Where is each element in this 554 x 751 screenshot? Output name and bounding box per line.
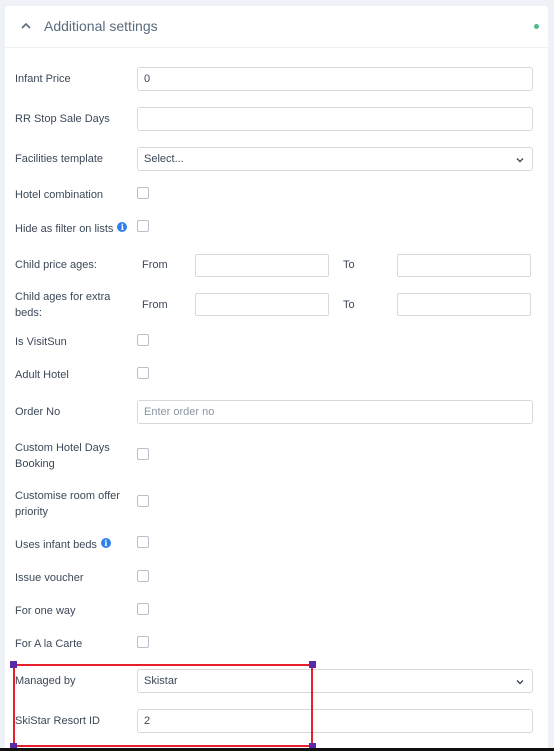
- chevron-down-icon: [516, 158, 524, 163]
- order-no-input[interactable]: Enter order no: [137, 400, 533, 424]
- status-dot: [534, 24, 539, 29]
- facilities-template-label: Facilities template: [15, 153, 104, 165]
- skistar-resort-id-label: SkiStar Resort ID: [15, 715, 100, 727]
- is-visitsun-label: Is VisitSun: [15, 336, 67, 348]
- hide-as-filter-checkbox[interactable]: [137, 220, 149, 232]
- managed-by-select[interactable]: Skistar: [137, 669, 533, 693]
- child-ages-extra-beds-from-label: From: [142, 299, 168, 311]
- adult-hotel-checkbox[interactable]: [137, 367, 149, 379]
- adult-hotel-label: Adult Hotel: [15, 369, 69, 381]
- hide-as-filter-label: Hide as filter on lists: [15, 223, 114, 235]
- skistar-resort-id-row: SkiStar Resort ID 2: [15, 709, 535, 733]
- info-icon[interactable]: i: [100, 538, 111, 548]
- managed-by-label: Managed by: [15, 675, 76, 687]
- for-a-la-carte-label: For A la Carte: [15, 638, 83, 650]
- facilities-template-row: Facilities template Select...: [15, 147, 535, 171]
- rr-stop-sale-days-row: RR Stop Sale Days: [15, 107, 535, 131]
- infant-price-row: Infant Price 0: [15, 67, 535, 91]
- custom-hotel-days-row: Custom Hotel Days Booking: [15, 440, 535, 472]
- resize-handle-top-left[interactable]: [10, 661, 17, 668]
- child-price-ages-to-input[interactable]: [397, 254, 531, 277]
- uses-infant-beds-checkbox[interactable]: [137, 536, 149, 548]
- child-ages-extra-beds-from-input[interactable]: [195, 293, 329, 316]
- is-visitsun-row: Is VisitSun: [15, 334, 535, 350]
- custom-hotel-days-label-line2: Booking: [15, 458, 55, 470]
- customise-room-offer-checkbox[interactable]: [137, 495, 149, 507]
- facilities-template-select[interactable]: Select...: [137, 147, 533, 171]
- child-price-ages-from-label: From: [142, 259, 168, 271]
- uses-infant-beds-label-wrap: Uses infant beds i: [15, 537, 111, 553]
- customise-room-offer-label-line1: Customise room offer: [15, 490, 120, 502]
- uses-infant-beds-row: Uses infant beds i: [15, 536, 535, 553]
- order-no-label: Order No: [15, 406, 61, 418]
- info-icon[interactable]: i: [117, 222, 128, 232]
- managed-by-row: Managed by Skistar: [15, 669, 535, 693]
- managed-by-value: Skistar: [144, 675, 178, 687]
- child-price-ages-from-input[interactable]: [195, 254, 329, 277]
- resize-handle-top-right[interactable]: [309, 661, 316, 668]
- chevron-up-icon[interactable]: [19, 19, 33, 33]
- for-one-way-checkbox[interactable]: [137, 603, 149, 615]
- child-ages-extra-beds-row: Child ages for extra beds: From To: [15, 289, 535, 321]
- hide-as-filter-row: Hide as filter on lists i: [15, 220, 535, 237]
- infant-price-input[interactable]: 0: [137, 67, 533, 91]
- custom-hotel-days-label-line1: Custom Hotel Days: [15, 442, 110, 454]
- hide-as-filter-label-wrap: Hide as filter on lists i: [15, 221, 128, 237]
- uses-infant-beds-label: Uses infant beds: [15, 539, 97, 551]
- infant-price-label: Infant Price: [15, 73, 71, 85]
- custom-hotel-days-checkbox[interactable]: [137, 448, 149, 460]
- child-ages-extra-beds-label-line1: Child ages for extra: [15, 291, 111, 303]
- order-no-row: Order No Enter order no: [15, 400, 535, 424]
- customise-room-offer-label-line2: priority: [15, 506, 49, 518]
- chevron-down-icon: [516, 680, 524, 685]
- for-one-way-label: For one way: [15, 605, 76, 617]
- child-ages-extra-beds-label-line2: beds:: [15, 307, 42, 319]
- facilities-template-value: Select...: [144, 153, 184, 165]
- hotel-combination-row: Hotel combination: [15, 187, 535, 203]
- adult-hotel-row: Adult Hotel: [15, 367, 535, 383]
- panel-header[interactable]: Additional settings: [5, 6, 548, 48]
- for-a-la-carte-row: For A la Carte: [15, 636, 535, 652]
- child-price-ages-to-label: To: [343, 259, 355, 271]
- for-a-la-carte-checkbox[interactable]: [137, 636, 149, 648]
- issue-voucher-checkbox[interactable]: [137, 570, 149, 582]
- rr-stop-sale-days-input[interactable]: [137, 107, 533, 131]
- issue-voucher-label: Issue voucher: [15, 572, 84, 584]
- panel-title: Additional settings: [44, 18, 158, 34]
- child-ages-extra-beds-to-input[interactable]: [397, 293, 531, 316]
- child-price-ages-row: Child price ages: From To: [15, 254, 535, 277]
- child-price-ages-label: Child price ages:: [15, 259, 97, 271]
- skistar-resort-id-input[interactable]: 2: [137, 709, 533, 733]
- is-visitsun-checkbox[interactable]: [137, 334, 149, 346]
- issue-voucher-row: Issue voucher: [15, 570, 535, 586]
- child-ages-extra-beds-to-label: To: [343, 299, 355, 311]
- hotel-combination-label: Hotel combination: [15, 189, 104, 201]
- hotel-combination-checkbox[interactable]: [137, 187, 149, 199]
- rr-stop-sale-days-label: RR Stop Sale Days: [15, 113, 110, 125]
- customise-room-offer-row: Customise room offer priority: [15, 488, 535, 520]
- for-one-way-row: For one way: [15, 603, 535, 619]
